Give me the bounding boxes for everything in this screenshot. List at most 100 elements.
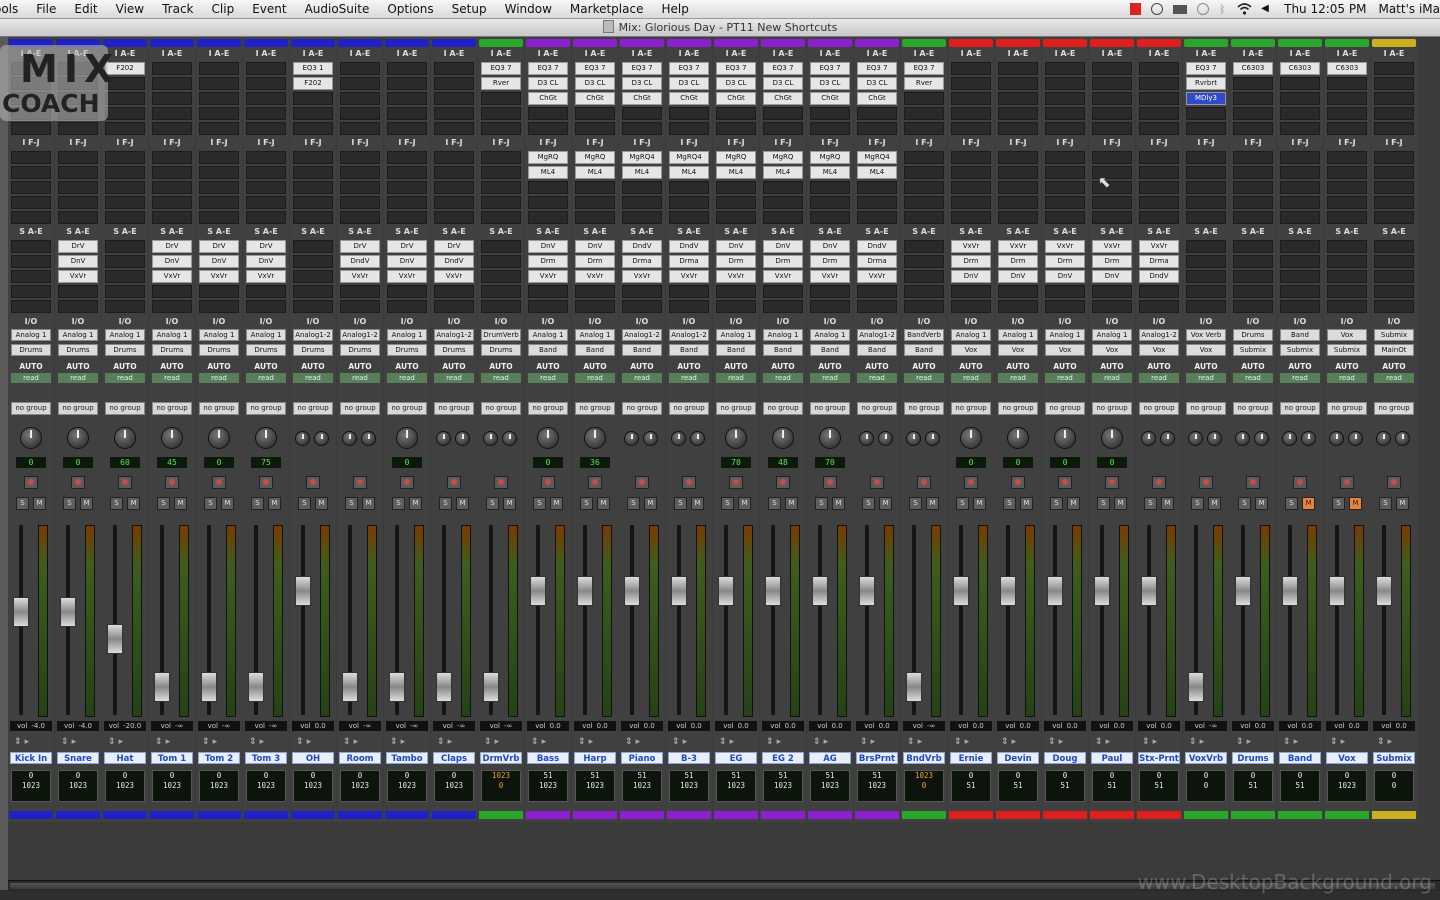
output-arrow-icon[interactable]: ⇕ ▸ bbox=[1236, 737, 1282, 747]
volume-readout[interactable]: vol 0.0 bbox=[1091, 721, 1133, 731]
record-button[interactable] bbox=[71, 476, 85, 489]
output-selector[interactable]: Drums bbox=[105, 344, 145, 356]
output-arrow-icon[interactable]: ⇕ ▸ bbox=[296, 737, 342, 747]
input-selector[interactable]: Vox Verb bbox=[1186, 329, 1226, 341]
insert-slot[interactable] bbox=[763, 211, 803, 224]
insert-slot[interactable] bbox=[528, 107, 568, 120]
mute-button[interactable]: M bbox=[33, 497, 46, 510]
insert-slot[interactable]: C6303 bbox=[1233, 62, 1273, 75]
insert-slot[interactable] bbox=[11, 151, 51, 164]
send-slot[interactable]: VxVr bbox=[199, 270, 239, 283]
insert-slot[interactable]: EQ3 7 bbox=[575, 62, 615, 75]
insert-slot[interactable] bbox=[434, 62, 474, 75]
output-arrow-icon[interactable]: ⇕ ▸ bbox=[343, 737, 389, 747]
record-button[interactable] bbox=[588, 476, 602, 489]
insert-slot[interactable] bbox=[293, 151, 333, 164]
group-selector[interactable]: no group bbox=[387, 402, 427, 415]
output-selector[interactable]: Vox bbox=[998, 344, 1038, 356]
pan-value[interactable]: 0 bbox=[1050, 457, 1080, 468]
insert-slot[interactable] bbox=[1045, 122, 1085, 135]
pan-value[interactable]: 0 bbox=[1003, 457, 1033, 468]
pan-value[interactable]: 0 bbox=[63, 457, 93, 468]
track-name[interactable]: Room bbox=[339, 752, 381, 764]
insert-slot[interactable] bbox=[1233, 181, 1273, 194]
insert-slot[interactable] bbox=[1280, 166, 1320, 179]
insert-slot[interactable] bbox=[1233, 196, 1273, 209]
insert-slot[interactable] bbox=[1139, 166, 1179, 179]
menu-clock[interactable]: Thu 12:05 PM bbox=[1284, 2, 1366, 16]
send-slot[interactable] bbox=[716, 285, 756, 298]
insert-slot[interactable] bbox=[387, 151, 427, 164]
mute-button[interactable]: M bbox=[1020, 497, 1033, 510]
insert-slot[interactable] bbox=[481, 92, 521, 105]
insert-slot[interactable]: ML4 bbox=[716, 166, 756, 179]
send-slot[interactable]: DrV bbox=[152, 240, 192, 253]
send-slot[interactable] bbox=[1233, 255, 1273, 268]
send-slot[interactable] bbox=[105, 300, 145, 313]
insert-slot[interactable] bbox=[1045, 181, 1085, 194]
automation-mode-button[interactable]: read bbox=[1186, 373, 1226, 383]
send-slot[interactable] bbox=[340, 300, 380, 313]
record-button[interactable] bbox=[306, 476, 320, 489]
send-slot[interactable] bbox=[293, 240, 333, 253]
pan-knob-right[interactable] bbox=[314, 431, 329, 446]
track-name[interactable]: OH bbox=[292, 752, 334, 764]
output-arrow-icon[interactable]: ⇕ ▸ bbox=[719, 737, 765, 747]
output-arrow-icon[interactable]: ⇕ ▸ bbox=[249, 737, 295, 747]
insert-slot[interactable] bbox=[1327, 107, 1367, 120]
insert-slot[interactable]: ML4 bbox=[810, 166, 850, 179]
insert-slot[interactable] bbox=[1139, 107, 1179, 120]
insert-slot[interactable] bbox=[810, 211, 850, 224]
send-slot[interactable]: DnV bbox=[387, 255, 427, 268]
insert-slot[interactable] bbox=[1139, 181, 1179, 194]
send-slot[interactable] bbox=[293, 255, 333, 268]
menu-clip[interactable]: Clip bbox=[203, 2, 244, 16]
output-arrow-icon[interactable]: ⇕ ▸ bbox=[1283, 737, 1329, 747]
volume-readout[interactable]: vol -∞ bbox=[480, 721, 522, 731]
send-slot[interactable] bbox=[1186, 270, 1226, 283]
record-button[interactable] bbox=[494, 476, 508, 489]
volume-fader[interactable] bbox=[107, 624, 123, 655]
menu-edit[interactable]: Edit bbox=[65, 2, 106, 16]
solo-button[interactable]: S bbox=[721, 497, 734, 510]
record-button[interactable] bbox=[541, 476, 555, 489]
insert-slot[interactable] bbox=[1233, 107, 1273, 120]
record-button[interactable] bbox=[353, 476, 367, 489]
solo-button[interactable]: S bbox=[1097, 497, 1110, 510]
insert-slot[interactable] bbox=[716, 181, 756, 194]
fader-track[interactable] bbox=[301, 525, 305, 715]
send-slot[interactable] bbox=[1045, 300, 1085, 313]
send-slot[interactable] bbox=[1280, 300, 1320, 313]
send-slot[interactable]: DndV bbox=[669, 240, 709, 253]
insert-slot[interactable] bbox=[1092, 62, 1132, 75]
output-selector[interactable]: Vox bbox=[1092, 344, 1132, 356]
insert-slot[interactable] bbox=[1045, 211, 1085, 224]
group-selector[interactable]: no group bbox=[1139, 402, 1179, 415]
send-slot[interactable]: VxVr bbox=[998, 240, 1038, 253]
insert-slot[interactable] bbox=[105, 151, 145, 164]
output-selector[interactable]: Band bbox=[622, 344, 662, 356]
insert-slot[interactable] bbox=[152, 181, 192, 194]
insert-slot[interactable] bbox=[387, 107, 427, 120]
insert-slot[interactable] bbox=[246, 211, 286, 224]
solo-button[interactable]: S bbox=[1003, 497, 1016, 510]
insert-slot[interactable] bbox=[1233, 92, 1273, 105]
output-arrow-icon[interactable]: ⇕ ▸ bbox=[907, 737, 953, 747]
send-slot[interactable]: VxVr bbox=[763, 270, 803, 283]
output-selector[interactable]: Drums bbox=[152, 344, 192, 356]
insert-slot[interactable]: ML4 bbox=[575, 166, 615, 179]
output-selector[interactable]: Drums bbox=[387, 344, 427, 356]
send-slot[interactable] bbox=[810, 285, 850, 298]
send-slot[interactable]: VxVr bbox=[669, 270, 709, 283]
pan-knob-left[interactable] bbox=[1329, 431, 1344, 446]
mute-button[interactable]: M bbox=[315, 497, 328, 510]
send-slot[interactable] bbox=[481, 285, 521, 298]
send-slot[interactable] bbox=[904, 270, 944, 283]
output-selector[interactable]: Vox bbox=[1045, 344, 1085, 356]
solo-button[interactable]: S bbox=[533, 497, 546, 510]
pan-knob[interactable] bbox=[960, 427, 982, 449]
insert-slot[interactable] bbox=[1092, 92, 1132, 105]
send-slot[interactable] bbox=[1374, 285, 1414, 298]
send-slot[interactable]: Drm bbox=[1045, 255, 1085, 268]
input-selector[interactable]: Submix bbox=[1374, 329, 1414, 341]
